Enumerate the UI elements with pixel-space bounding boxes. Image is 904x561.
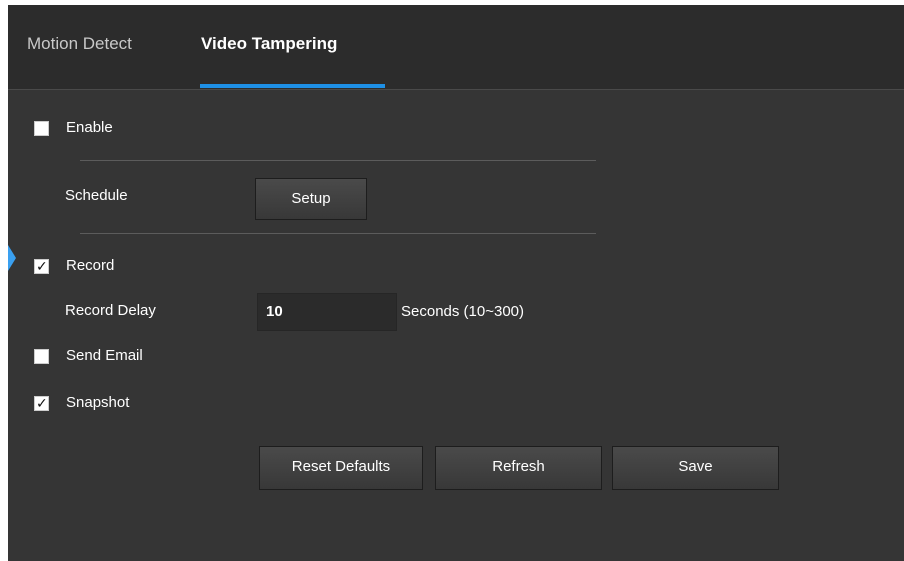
refresh-button[interactable]: Refresh: [435, 446, 602, 490]
record-delay-input[interactable]: 10: [257, 293, 397, 331]
record-delay-unit: Seconds (10~300): [401, 303, 525, 320]
save-button[interactable]: Save: [612, 446, 779, 490]
reset-defaults-button[interactable]: Reset Defaults: [259, 446, 423, 490]
checkmark-icon: ✓: [36, 258, 48, 274]
divider: [80, 233, 596, 234]
video-tampering-panel: Motion Detect Video Tampering Enable Sch…: [8, 5, 904, 561]
tab-video-tampering[interactable]: Video Tampering: [201, 34, 337, 54]
send-email-checkbox[interactable]: [34, 349, 49, 364]
record-label: Record: [66, 257, 115, 274]
snapshot-checkbox[interactable]: ✓: [34, 395, 49, 411]
divider: [80, 160, 596, 161]
record-delay-label: Record Delay: [65, 302, 156, 319]
enable-label: Enable: [66, 119, 113, 136]
record-checkbox[interactable]: ✓: [34, 258, 49, 274]
tab-motion-detect[interactable]: Motion Detect: [27, 34, 132, 54]
snapshot-label: Snapshot: [66, 394, 130, 411]
tab-bar: Motion Detect Video Tampering: [8, 5, 904, 90]
active-tab-indicator: [200, 84, 385, 88]
enable-checkbox[interactable]: [34, 121, 49, 136]
checkmark-icon: ✓: [36, 395, 48, 411]
send-email-label: Send Email: [66, 347, 143, 364]
schedule-label: Schedule: [65, 187, 128, 204]
schedule-setup-button[interactable]: Setup: [255, 178, 367, 220]
sidebar-collapse-arrow-icon[interactable]: [8, 245, 16, 271]
